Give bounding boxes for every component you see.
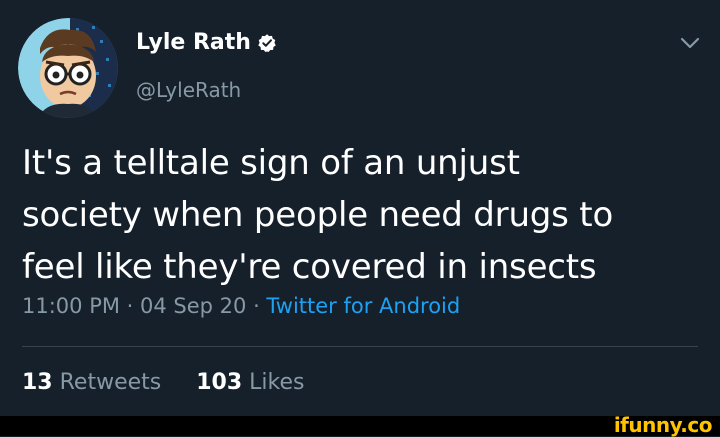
- tweet-time[interactable]: 11:00 PM: [22, 294, 120, 318]
- watermark-bar: [0, 416, 720, 436]
- tweet-text-line: society when people need drugs to: [22, 195, 614, 235]
- chevron-down-icon[interactable]: [679, 36, 701, 50]
- verified-badge-icon: [258, 33, 276, 52]
- retweets-stat[interactable]: 13 Retweets: [22, 370, 161, 395]
- tweet-meta: 11:00 PM · 04 Sep 20 · Twitter for Andro…: [22, 294, 460, 318]
- like-count: 103: [196, 370, 243, 395]
- meta-separator: ·: [246, 294, 267, 318]
- retweet-count: 13: [22, 370, 53, 395]
- author-name[interactable]: Lyle Rath: [136, 30, 251, 55]
- meta-separator: ·: [119, 294, 141, 318]
- tweet-text-line: It's a telltale sign of an unjust: [22, 143, 520, 183]
- tweet-text: It's a telltale sign of an unjust societ…: [22, 137, 702, 293]
- author-name-row[interactable]: Lyle Rath: [136, 30, 277, 55]
- avatar[interactable]: [18, 18, 118, 118]
- author-handle[interactable]: @LyleRath: [136, 78, 241, 102]
- retweet-label: Retweets: [59, 370, 162, 395]
- tweet-text-line: feel like they're covered in insects: [22, 247, 597, 287]
- tweet-source-link[interactable]: Twitter for Android: [266, 294, 460, 318]
- tweet-date[interactable]: 04 Sep 20: [140, 294, 246, 318]
- tweet-stats: 13 Retweets 103 Likes: [22, 370, 304, 395]
- likes-stat[interactable]: 103 Likes: [196, 370, 304, 395]
- avatar-illustration: [18, 18, 118, 118]
- ifunny-watermark: ifunny.co: [613, 413, 713, 437]
- like-label: Likes: [249, 370, 305, 395]
- divider: [22, 346, 698, 347]
